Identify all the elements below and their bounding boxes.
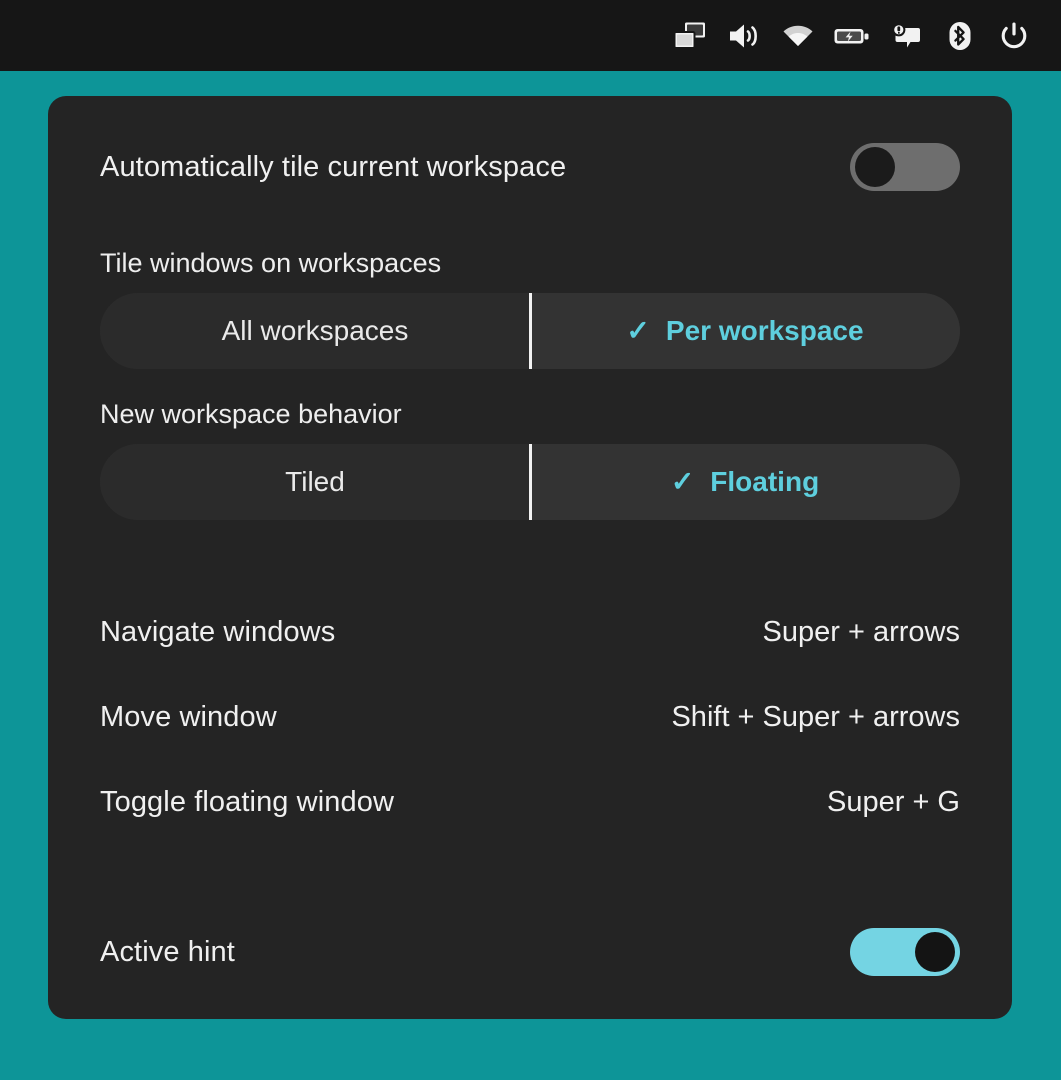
shortcut-value: Shift + Super + arrows (671, 701, 960, 733)
shortcut-row: Toggle floating window Super + G (100, 760, 960, 845)
top-panel (0, 0, 1061, 71)
display-windows-icon[interactable] (663, 9, 717, 63)
check-icon: ✓ (670, 466, 695, 497)
segment-label: Tiled (285, 466, 345, 497)
new-workspace-segmented-control: Tiled ✓ Floating (100, 444, 960, 520)
shortcuts-list: Navigate windows Super + arrows Move win… (100, 590, 960, 845)
tiling-settings-panel: Automatically tile current workspace Til… (48, 96, 1012, 1019)
notification-bubble-icon[interactable] (879, 9, 933, 63)
shortcut-label: Navigate windows (100, 616, 336, 648)
desktop: Automatically tile current workspace Til… (0, 0, 1061, 1080)
auto-tile-toggle[interactable] (850, 143, 960, 191)
auto-tile-row: Automatically tile current workspace (100, 132, 960, 202)
segment-floating[interactable]: ✓ Floating (530, 444, 960, 520)
tile-windows-group: Tile windows on workspaces All workspace… (100, 248, 960, 369)
shortcut-value: Super + arrows (762, 616, 960, 648)
auto-tile-label: Automatically tile current workspace (100, 150, 567, 183)
segment-label: All workspaces (221, 315, 409, 346)
shortcut-row: Move window Shift + Super + arrows (100, 675, 960, 760)
shortcut-row: Navigate windows Super + arrows (100, 590, 960, 675)
bluetooth-icon[interactable] (933, 9, 987, 63)
segment-label: Per workspace (665, 315, 864, 346)
power-icon[interactable] (987, 9, 1041, 63)
new-workspace-label: New workspace behavior (100, 399, 402, 429)
volume-icon[interactable] (717, 9, 771, 63)
tile-windows-label: Tile windows on workspaces (100, 248, 442, 278)
battery-charging-icon[interactable] (825, 9, 879, 63)
wifi-icon[interactable] (771, 9, 825, 63)
check-icon: ✓ (626, 315, 650, 346)
toggle-knob (915, 932, 955, 972)
tile-windows-segmented-control: All workspaces ✓ Per workspace (100, 293, 960, 369)
segment-divider (529, 293, 532, 369)
new-workspace-group: New workspace behavior Tiled ✓ Floating (100, 399, 960, 520)
segment-all-workspaces[interactable]: All workspaces (100, 293, 530, 369)
active-hint-toggle[interactable] (850, 928, 960, 976)
active-hint-row: Active hint (100, 917, 960, 987)
segment-tiled[interactable]: Tiled (100, 444, 530, 520)
shortcut-label: Move window (100, 701, 277, 733)
segment-per-workspace[interactable]: ✓ Per workspace (530, 293, 960, 369)
shortcut-label: Toggle floating window (100, 786, 394, 818)
segment-divider (529, 444, 532, 520)
segment-label: Floating (710, 466, 820, 497)
active-hint-label: Active hint (100, 935, 235, 968)
shortcut-value: Super + G (827, 786, 960, 818)
toggle-knob (855, 147, 895, 187)
